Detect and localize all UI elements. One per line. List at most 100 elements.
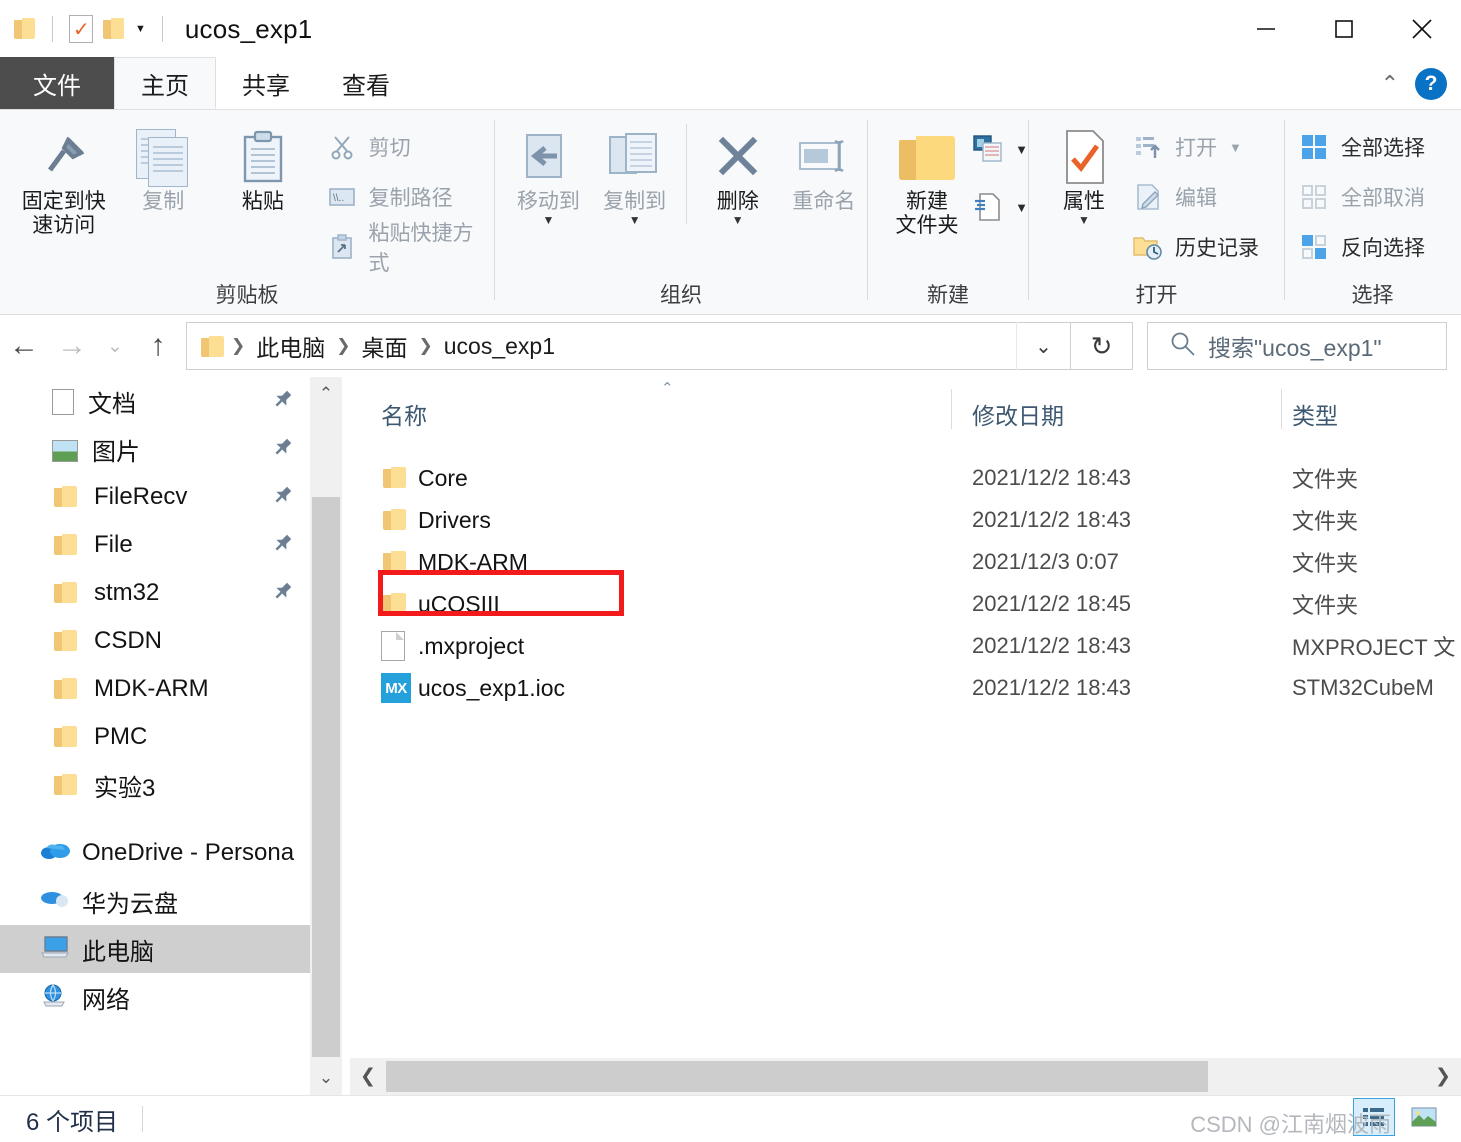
close-button[interactable] [1383,0,1461,58]
rename-button[interactable]: 重命名 [781,124,867,214]
file-list-horizontal-scrollbar[interactable]: ❮ ❯ [350,1058,1461,1095]
chevron-down-icon[interactable]: ▼ [732,216,744,224]
file-type: MXPROJECT 文 [1292,630,1455,662]
table-row[interactable]: MX ucos_exp1.ioc 2021/12/2 18:43 STM32Cu… [343,667,1461,709]
move-to-button[interactable]: 移动到 ▼ [505,124,591,224]
sidebar-item-stm32[interactable]: stm32 [0,569,310,617]
scrollbar-thumb[interactable] [386,1061,1208,1092]
breadcrumb-item-desktop[interactable]: 桌面 [357,329,413,363]
select-none-button[interactable]: 全部取消 [1299,176,1425,218]
easy-access-button[interactable]: ▼ [973,186,1028,228]
scrollbar-thumb[interactable] [312,497,340,1057]
history-button[interactable]: 历史记录 [1133,226,1259,268]
customize-caret-icon[interactable]: ▼ [135,23,146,35]
copy-to-button[interactable]: 复制到 ▼ [592,124,678,224]
table-row[interactable]: .mxproject 2021/12/2 18:43 MXPROJECT 文 [343,625,1461,667]
sidebar-item-file[interactable]: File [0,521,310,569]
sidebar-item-documents[interactable]: 文档 [0,377,310,425]
sidebar-item-experiment3[interactable]: 实验3 [0,761,310,809]
invert-selection-button[interactable]: 反向选择 [1299,226,1425,268]
help-button[interactable]: ? [1415,68,1447,100]
select-all-button[interactable]: 全部选择 [1299,126,1425,168]
history-icon [1133,234,1163,260]
tab-file[interactable]: 文件 [0,57,114,109]
column-divider[interactable] [1281,389,1282,429]
delete-button[interactable]: 删除 ▼ [695,124,781,224]
sidebar-item-onedrive[interactable]: OneDrive - Persona [0,829,310,877]
tab-home[interactable]: 主页 [114,57,216,109]
copy-path-button[interactable]: \\.. 复制路径 [327,176,494,218]
tab-view[interactable]: 查看 [316,57,416,109]
forward-button[interactable]: → [48,315,96,377]
properties-button[interactable]: 属性 ▼ [1041,124,1127,224]
paste-button[interactable]: 粘贴 [213,124,313,214]
table-row[interactable]: MDK-ARM 2021/12/3 0:07 文件夹 [343,541,1461,583]
scroll-right-icon[interactable]: ❯ [1425,1058,1461,1095]
table-row[interactable]: Core 2021/12/2 18:43 文件夹 [343,457,1461,499]
scroll-down-icon[interactable]: ⌄ [310,1061,342,1095]
pin-icon[interactable] [264,432,299,467]
large-icons-view-button[interactable] [1403,1098,1445,1136]
chevron-down-icon[interactable]: ▼ [1015,200,1028,215]
breadcrumb[interactable]: ❯ 此电脑 ❯ 桌面 ❯ ucos_exp1 ⌄ [186,322,1071,370]
breadcrumb-item-this-pc[interactable]: 此电脑 [251,329,330,363]
scroll-left-icon[interactable]: ❮ [350,1058,386,1095]
minimize-button[interactable] [1227,0,1305,58]
back-button[interactable]: ← [0,315,48,377]
maximize-button[interactable] [1305,0,1383,58]
copy-button[interactable]: 复制 [114,124,214,214]
cut-button[interactable]: 剪切 [327,126,494,168]
sidebar-item-huawei-cloud[interactable]: 华为云盘 [0,877,310,925]
folder-icon [381,506,409,534]
sidebar-item-csdn[interactable]: CSDN [0,617,310,665]
paste-icon [239,124,287,190]
chevron-down-icon[interactable]: ▼ [1078,216,1090,224]
paste-shortcut-icon [327,234,357,260]
chevron-down-icon[interactable]: ▼ [629,216,641,224]
search-input[interactable]: 搜索"ucos_exp1" [1147,322,1447,370]
scroll-up-icon[interactable]: ⌃ [310,377,342,411]
tab-share[interactable]: 共享 [216,57,316,109]
folder-icon[interactable] [14,17,36,41]
pin-icon[interactable] [264,384,299,419]
column-header-modified[interactable]: 修改日期 [972,397,1064,431]
open-button[interactable]: 打开 ▼ [1133,126,1259,168]
properties-icon[interactable]: ✓ [69,15,93,43]
refresh-button[interactable]: ↻ [1071,322,1133,370]
pin-to-quick-access-button[interactable]: 固定到快 速访问 [14,124,114,237]
paste-shortcut-label: 粘贴快捷方式 [369,217,494,277]
navigation-pane-scrollbar[interactable]: ⌃ ⌄ [310,377,342,1095]
pin-icon[interactable] [264,576,299,611]
sidebar-item-pictures[interactable]: 图片 [0,425,310,473]
new-folder-icon[interactable] [103,17,125,41]
chevron-down-icon[interactable]: ▼ [1229,140,1242,155]
sort-ascending-icon: ⌃ [661,379,674,397]
sidebar-item-filerecv[interactable]: FileRecv [0,473,310,521]
sidebar-item-network[interactable]: 网络 [0,973,310,1021]
table-row[interactable]: Drivers 2021/12/2 18:43 文件夹 [343,499,1461,541]
collapse-ribbon-icon[interactable]: ⌃ [1381,71,1399,97]
new-item-button[interactable]: ▼ [973,128,1028,170]
pin-icon[interactable] [264,528,299,563]
chevron-down-icon[interactable]: ▼ [543,216,555,224]
column-divider[interactable] [951,389,952,429]
recent-locations-button[interactable]: ⌄ [96,315,134,377]
folder-icon [52,483,80,511]
table-row[interactable]: uCOSIII 2021/12/2 18:45 文件夹 [343,583,1461,625]
breadcrumb-dropdown-icon[interactable]: ⌄ [1016,322,1070,370]
sidebar-item-mdk-arm[interactable]: MDK-ARM [0,665,310,713]
address-bar: ← → ⌄ ↑ ❯ 此电脑 ❯ 桌面 ❯ ucos_exp1 ⌄ ↻ 搜索"uc… [0,315,1461,377]
column-header-type[interactable]: 类型 [1292,397,1338,431]
sidebar-item-this-pc[interactable]: 此电脑 [0,925,310,973]
ribbon-group-clipboard: 固定到快 速访问 复制 [0,110,494,314]
chevron-down-icon[interactable]: ▼ [1015,142,1028,157]
breadcrumb-item-current[interactable]: ucos_exp1 [439,333,560,360]
edit-button[interactable]: 编辑 [1133,176,1259,218]
folder-icon [52,771,80,799]
pin-icon[interactable] [264,480,299,515]
new-folder-button[interactable]: 新建 文件夹 [881,124,973,237]
paste-shortcut-button[interactable]: 粘贴快捷方式 [327,226,494,268]
up-button[interactable]: ↑ [134,315,182,377]
sidebar-item-pmc[interactable]: PMC [0,713,310,761]
column-header-name[interactable]: 名称 [381,397,427,431]
